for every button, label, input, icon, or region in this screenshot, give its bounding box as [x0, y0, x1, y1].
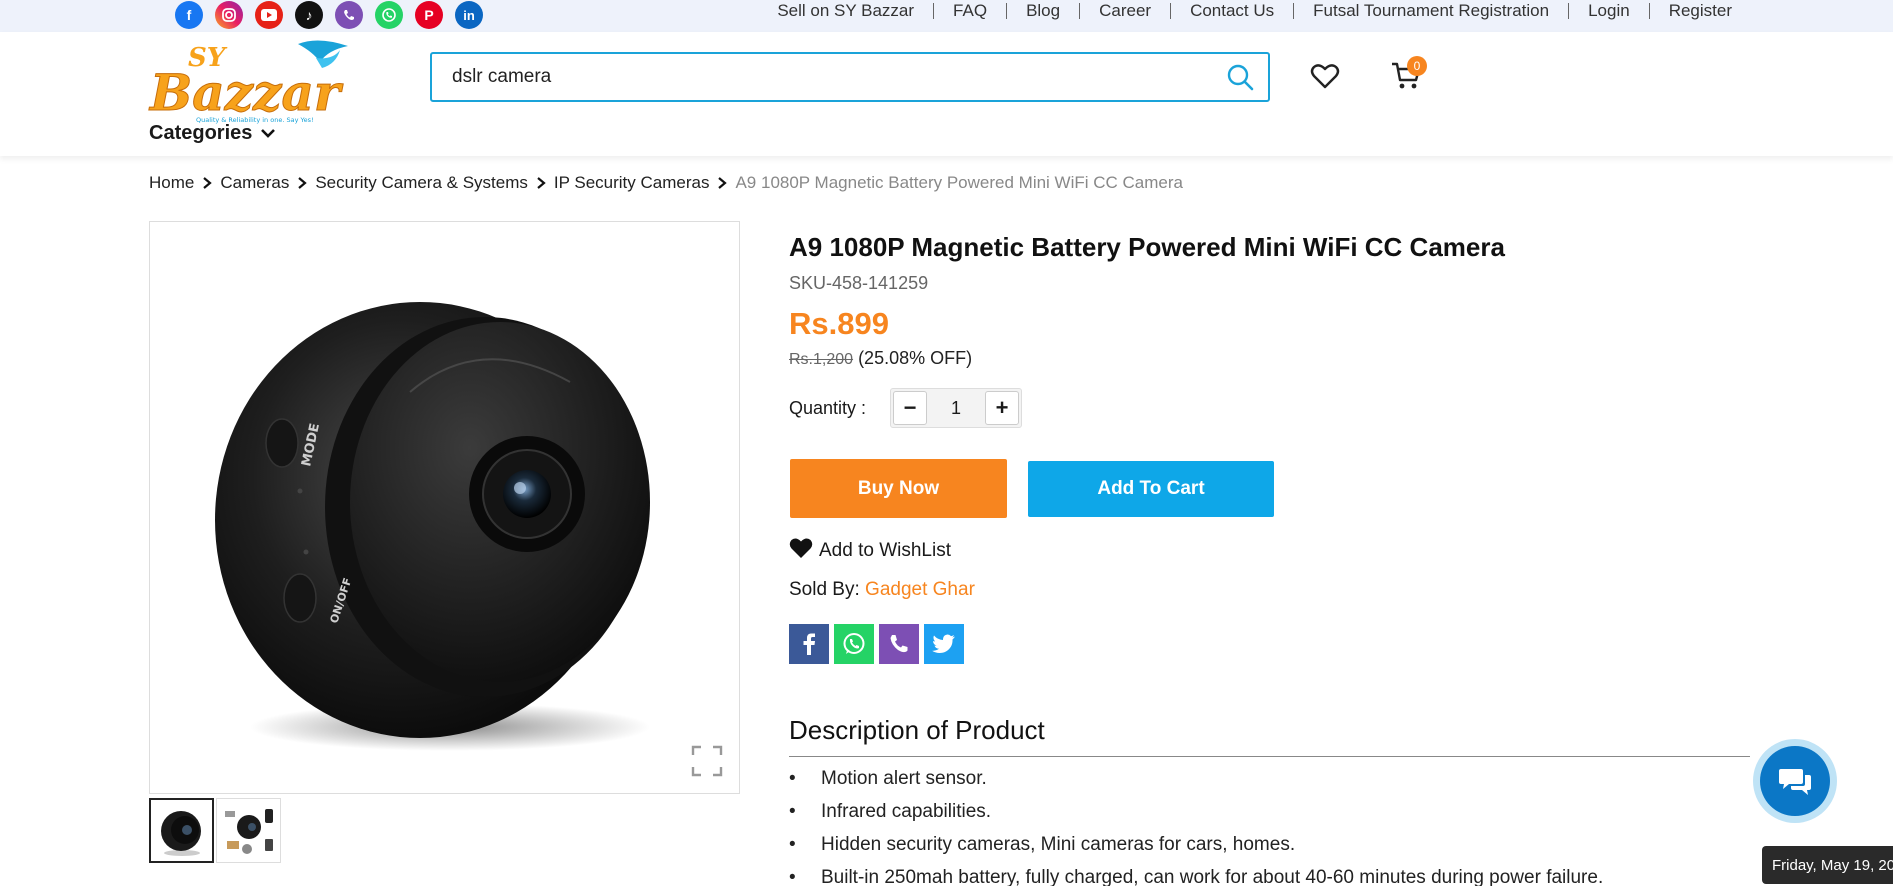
quantity-row: Quantity : − 1 + — [789, 388, 1023, 428]
fullscreen-icon[interactable] — [691, 745, 723, 781]
site-logo[interactable]: SY Bazzar Quality & Reliability in one. … — [148, 36, 388, 126]
faq-link[interactable]: FAQ — [933, 2, 1006, 19]
contact-link[interactable]: Contact Us — [1170, 2, 1293, 19]
top-bar: f ♪ P in Sell on SY Bazzar FAQ Blog Care… — [0, 0, 1893, 32]
tiktok-icon[interactable]: ♪ — [295, 1, 323, 29]
chevron-right-icon — [202, 176, 213, 190]
chat-button[interactable] — [1753, 739, 1837, 823]
heart-icon[interactable] — [1310, 62, 1340, 94]
register-link[interactable]: Register — [1648, 2, 1751, 19]
description-list: Motion alert sensor. Infrared capabiliti… — [789, 767, 1750, 886]
thumbnail-1[interactable] — [149, 798, 214, 863]
price-compare: Rs.1,200 (25.08% OFF) — [789, 348, 1749, 369]
chevron-right-icon — [536, 176, 546, 190]
viber-icon[interactable] — [335, 1, 363, 29]
description-item: Hidden security cameras, Mini cameras fo… — [789, 833, 1750, 866]
quantity-stepper: − 1 + — [890, 388, 1023, 428]
product-main-image[interactable]: MODE ON/OFF — [149, 221, 740, 794]
description-item: Built-in 250mah battery, fully charged, … — [789, 866, 1750, 886]
product-title: A9 1080P Magnetic Battery Powered Mini W… — [789, 232, 1505, 262]
product-description: Description of Product Motion alert sens… — [789, 715, 1750, 886]
search-input[interactable] — [432, 66, 1220, 88]
discount-label: (25.08% OFF) — [858, 348, 973, 368]
increase-button[interactable]: + — [985, 391, 1020, 425]
date-tooltip: Friday, May 19, 20 — [1762, 846, 1893, 884]
description-item: Infrared capabilities. — [789, 800, 1750, 833]
decrease-button[interactable]: − — [893, 391, 928, 425]
old-price: Rs.1,200 — [789, 351, 854, 368]
share-facebook-icon[interactable] — [789, 624, 829, 664]
categories-label: Categories — [149, 122, 253, 144]
search-box — [430, 52, 1270, 102]
breadcrumb: Home Cameras Security Camera & Systems I… — [149, 173, 1183, 193]
description-item: Motion alert sensor. — [789, 767, 1750, 800]
career-link[interactable]: Career — [1079, 2, 1170, 19]
thumbnail-strip — [149, 798, 281, 863]
sold-by: Sold By: Gadget Ghar — [789, 579, 975, 601]
share-twitter-icon[interactable] — [924, 624, 964, 664]
social-links: f ♪ P in — [175, 1, 483, 29]
chevron-right-icon — [297, 176, 308, 190]
sold-by-label: Sold By: — [789, 579, 860, 600]
breadcrumb-current: A9 1080P Magnetic Battery Powered Mini W… — [735, 173, 1183, 192]
share-viber-icon[interactable] — [879, 624, 919, 664]
youtube-icon[interactable] — [255, 1, 283, 29]
whatsapp-icon[interactable] — [375, 1, 403, 29]
quantity-label: Quantity : — [789, 397, 867, 418]
wishlist-label: Add to WishList — [819, 540, 951, 561]
share-buttons — [789, 624, 964, 664]
seller-link[interactable]: Gadget Ghar — [865, 579, 975, 600]
buy-now-button[interactable]: Buy Now — [790, 459, 1007, 518]
futsal-link[interactable]: Futsal Tournament Registration — [1293, 2, 1568, 19]
description-heading: Description of Product — [789, 715, 1750, 757]
heart-filled-icon — [789, 537, 813, 565]
svg-text:Bazzar: Bazzar — [148, 63, 344, 122]
product-sku: SKU-458-141259 — [789, 273, 929, 293]
quantity-value[interactable]: 1 — [929, 398, 983, 419]
add-to-cart-button[interactable]: Add To Cart — [1028, 461, 1274, 517]
top-links: Sell on SY Bazzar FAQ Blog Career Contac… — [758, 2, 1751, 19]
chat-icon — [1760, 746, 1830, 816]
cart-count-badge: 0 — [1407, 56, 1427, 76]
search-icon[interactable] — [1220, 57, 1260, 97]
chevron-right-icon — [717, 176, 728, 190]
product-info: A9 1080P Magnetic Battery Powered Mini W… — [789, 232, 1749, 664]
site-header: SY Bazzar Quality & Reliability in one. … — [0, 32, 1893, 156]
breadcrumb-ip-cameras[interactable]: IP Security Cameras — [554, 173, 710, 193]
sell-link[interactable]: Sell on SY Bazzar — [758, 2, 933, 19]
linkedin-icon[interactable]: in — [455, 1, 483, 29]
share-whatsapp-icon[interactable] — [834, 624, 874, 664]
blog-link[interactable]: Blog — [1006, 2, 1079, 19]
chevron-down-icon — [260, 122, 276, 145]
login-link[interactable]: Login — [1568, 2, 1649, 19]
breadcrumb-security[interactable]: Security Camera & Systems — [315, 173, 528, 193]
thumbnail-2[interactable] — [216, 798, 281, 863]
breadcrumb-cameras[interactable]: Cameras — [220, 173, 289, 193]
facebook-icon[interactable]: f — [175, 1, 203, 29]
instagram-icon[interactable] — [215, 1, 243, 29]
add-to-wishlist[interactable]: Add to WishList — [789, 537, 951, 565]
pinterest-icon[interactable]: P — [415, 1, 443, 29]
categories-menu[interactable]: Categories — [149, 122, 276, 145]
product-price: Rs.899 — [789, 306, 889, 341]
breadcrumb-home[interactable]: Home — [149, 173, 194, 193]
